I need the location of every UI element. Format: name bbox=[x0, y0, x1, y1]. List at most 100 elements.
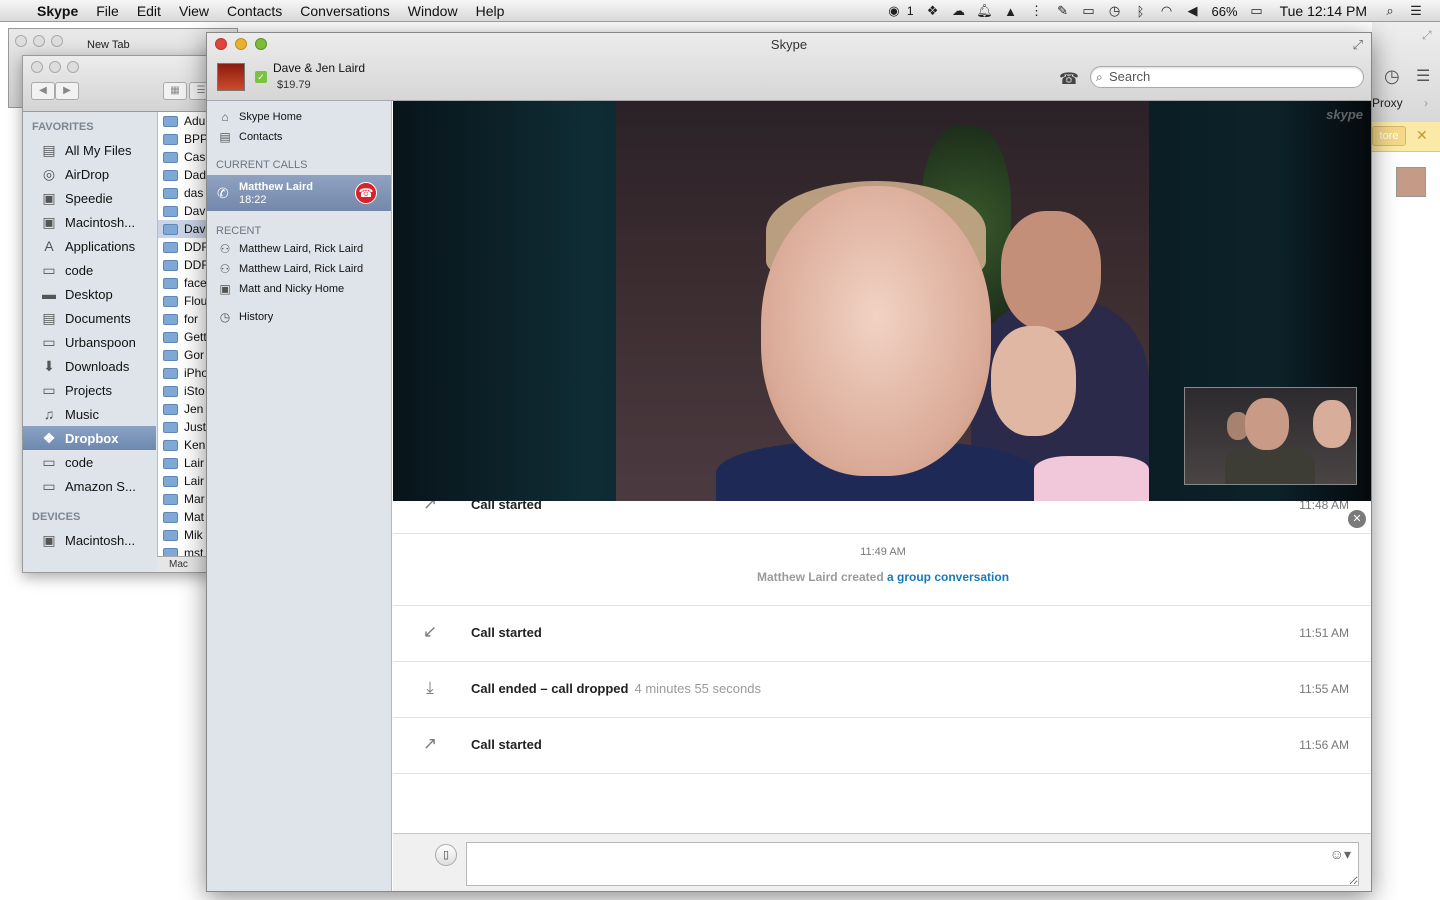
timer-icon[interactable]: ◷ bbox=[1384, 66, 1400, 87]
menu-window[interactable]: Window bbox=[399, 3, 467, 19]
sidebar-item-downloads[interactable]: ⬇ Downloads bbox=[23, 354, 156, 378]
sidebar-item-skype-home[interactable]: ⌂ Skype Home bbox=[207, 107, 391, 127]
skype-credit[interactable]: $19.79 bbox=[277, 79, 311, 91]
sidebar-item-contacts[interactable]: ▤ Contacts bbox=[207, 127, 391, 147]
menu-file[interactable]: File bbox=[87, 3, 128, 19]
list-item[interactable]: face bbox=[158, 274, 211, 292]
app-menu[interactable]: Skype bbox=[28, 3, 87, 19]
account-name[interactable]: Dave & Jen Laird bbox=[273, 61, 365, 75]
battery-icon[interactable]: ▭ bbox=[1245, 3, 1269, 19]
sidebar-item-documents[interactable]: ▤ Documents bbox=[23, 306, 156, 330]
list-item[interactable]: iPho bbox=[158, 364, 211, 382]
list-item[interactable]: Gett bbox=[158, 328, 211, 346]
chevron-right-icon[interactable]: › bbox=[1424, 96, 1428, 110]
list-item[interactable]: Cas bbox=[158, 148, 211, 166]
finder-minimize-button[interactable] bbox=[49, 61, 61, 73]
list-item[interactable]: BPP bbox=[158, 130, 211, 148]
browser-tab[interactable]: New Tab bbox=[87, 39, 130, 51]
spotlight-search-icon[interactable]: ⌕ bbox=[1380, 3, 1400, 19]
group-conversation-link[interactable]: a group conversation bbox=[887, 570, 1009, 584]
sidebar-item-projects[interactable]: ▭ Projects bbox=[23, 378, 156, 402]
list-item[interactable]: DDF bbox=[158, 256, 211, 274]
sidebar-item-code[interactable]: ▭ code bbox=[23, 258, 156, 282]
menu-contacts[interactable]: Contacts bbox=[218, 3, 291, 19]
list-item[interactable]: Jen bbox=[158, 400, 211, 418]
notification-center-icon[interactable]: ☰ bbox=[1406, 3, 1426, 19]
sidebar-item-desktop[interactable]: ▬ Desktop bbox=[23, 282, 156, 306]
volume-icon[interactable]: ◀︎ bbox=[1183, 3, 1203, 19]
recent-item[interactable]: ▣ Matt and Nicky Home bbox=[207, 279, 391, 299]
list-item[interactable]: Dad bbox=[158, 166, 211, 184]
list-item[interactable]: Mar bbox=[158, 490, 211, 508]
hang-up-button[interactable]: ☎ bbox=[355, 182, 377, 204]
menu-edit[interactable]: Edit bbox=[128, 3, 170, 19]
dropbox-icon[interactable]: ❖ bbox=[923, 3, 943, 19]
proxy-label[interactable]: Proxy bbox=[1372, 96, 1403, 110]
menu-view[interactable]: View bbox=[170, 3, 218, 19]
list-item[interactable]: Mat bbox=[158, 508, 211, 526]
sidebar-item-macintosh[interactable]: ▣ Macintosh... bbox=[23, 210, 156, 234]
list-item[interactable]: for bbox=[158, 310, 211, 328]
sidebar-item-airdrop[interactable]: ◎ AirDrop bbox=[23, 162, 156, 186]
current-call-item[interactable]: ✆ Matthew Laird 18:22 ☎ bbox=[207, 175, 391, 211]
store-button[interactable]: tore bbox=[1372, 126, 1406, 146]
message-input[interactable] bbox=[466, 842, 1359, 886]
avatar[interactable] bbox=[217, 63, 245, 91]
sidebar-item-dropbox[interactable]: ❖ Dropbox bbox=[23, 426, 156, 450]
online-status-icon[interactable]: ✓ bbox=[255, 71, 267, 83]
fullscreen-icon[interactable]: ⤢ bbox=[1422, 28, 1432, 43]
sidebar-item-all-my-files[interactable]: ▤ All My Files bbox=[23, 138, 156, 162]
list-item[interactable]: Gor bbox=[158, 346, 211, 364]
emoticon-picker-icon[interactable]: ☺▾ bbox=[1330, 846, 1351, 863]
airplay-icon[interactable]: ▭ bbox=[1079, 3, 1099, 19]
avatar[interactable] bbox=[1396, 167, 1426, 197]
list-item[interactable]: Dav bbox=[158, 220, 211, 238]
close-video-button[interactable]: ✕ bbox=[1348, 510, 1366, 528]
fullscreen-icon[interactable]: ⤢ bbox=[1353, 37, 1363, 53]
activity-icon[interactable]: ⋮ bbox=[1027, 3, 1047, 19]
list-item[interactable]: iSto bbox=[158, 382, 211, 400]
list-item[interactable]: Mik bbox=[158, 526, 211, 544]
menu-conversations[interactable]: Conversations bbox=[291, 3, 399, 19]
list-item[interactable]: Dav bbox=[158, 202, 211, 220]
recent-item[interactable]: ⚇ Matthew Laird, Rick Laird bbox=[207, 259, 391, 279]
sms-phone-button[interactable]: ▯ bbox=[435, 844, 457, 866]
self-view-video[interactable] bbox=[1184, 387, 1357, 485]
sidebar-item-code-2[interactable]: ▭ code bbox=[23, 450, 156, 474]
sidebar-item-speedie[interactable]: ▣ Speedie bbox=[23, 186, 156, 210]
battery-percent[interactable]: 66% bbox=[1212, 4, 1238, 19]
list-item[interactable]: Just bbox=[158, 418, 211, 436]
browser-minimize-button[interactable] bbox=[33, 35, 45, 47]
evernote-icon[interactable]: ✎ bbox=[1053, 3, 1073, 19]
sidebar-item-device-macintosh[interactable]: ▣ Macintosh... bbox=[23, 528, 156, 552]
finder-close-button[interactable] bbox=[31, 61, 43, 73]
finder-zoom-button[interactable] bbox=[67, 61, 79, 73]
list-item[interactable]: Adu bbox=[158, 112, 211, 130]
finder-icon-view-button[interactable]: ▦ bbox=[163, 82, 187, 100]
list-item[interactable]: Flou bbox=[158, 292, 211, 310]
list-item[interactable]: Ken bbox=[158, 436, 211, 454]
finder-forward-button[interactable]: ▶ bbox=[55, 82, 79, 100]
sidebar-item-music[interactable]: ♫ Music bbox=[23, 402, 156, 426]
finder-back-button[interactable]: ◀ bbox=[31, 82, 55, 100]
video-call-area[interactable]: skype bbox=[393, 101, 1371, 501]
cloud-icon[interactable]: ☁ bbox=[949, 3, 969, 19]
close-icon[interactable]: ✕ bbox=[1416, 127, 1428, 144]
list-item[interactable]: Lair bbox=[158, 472, 211, 490]
sidebar-item-applications[interactable]: A Applications bbox=[23, 234, 156, 258]
hat-icon[interactable]: ▲ bbox=[1001, 4, 1021, 19]
list-item[interactable]: Lair bbox=[158, 454, 211, 472]
time-machine-icon[interactable]: ◷ bbox=[1105, 3, 1125, 19]
search-input[interactable]: ⌕ Search bbox=[1090, 66, 1364, 88]
menu-icon[interactable]: ☰ bbox=[1416, 66, 1430, 86]
menu-help[interactable]: Help bbox=[467, 3, 514, 19]
skype-status-icon[interactable]: ◉ bbox=[884, 3, 904, 19]
list-item[interactable]: das bbox=[158, 184, 211, 202]
sidebar-item-amazon[interactable]: ▭ Amazon S... bbox=[23, 474, 156, 498]
browser-close-button[interactable] bbox=[15, 35, 27, 47]
bell-icon[interactable]: 🔔︎ bbox=[975, 3, 995, 19]
sidebar-item-history[interactable]: ◷ History bbox=[207, 307, 391, 327]
wifi-icon[interactable]: ◠ bbox=[1157, 3, 1177, 19]
recent-item[interactable]: ⚇ Matthew Laird, Rick Laird bbox=[207, 239, 391, 259]
bluetooth-icon[interactable]: ᛒ bbox=[1131, 4, 1151, 19]
